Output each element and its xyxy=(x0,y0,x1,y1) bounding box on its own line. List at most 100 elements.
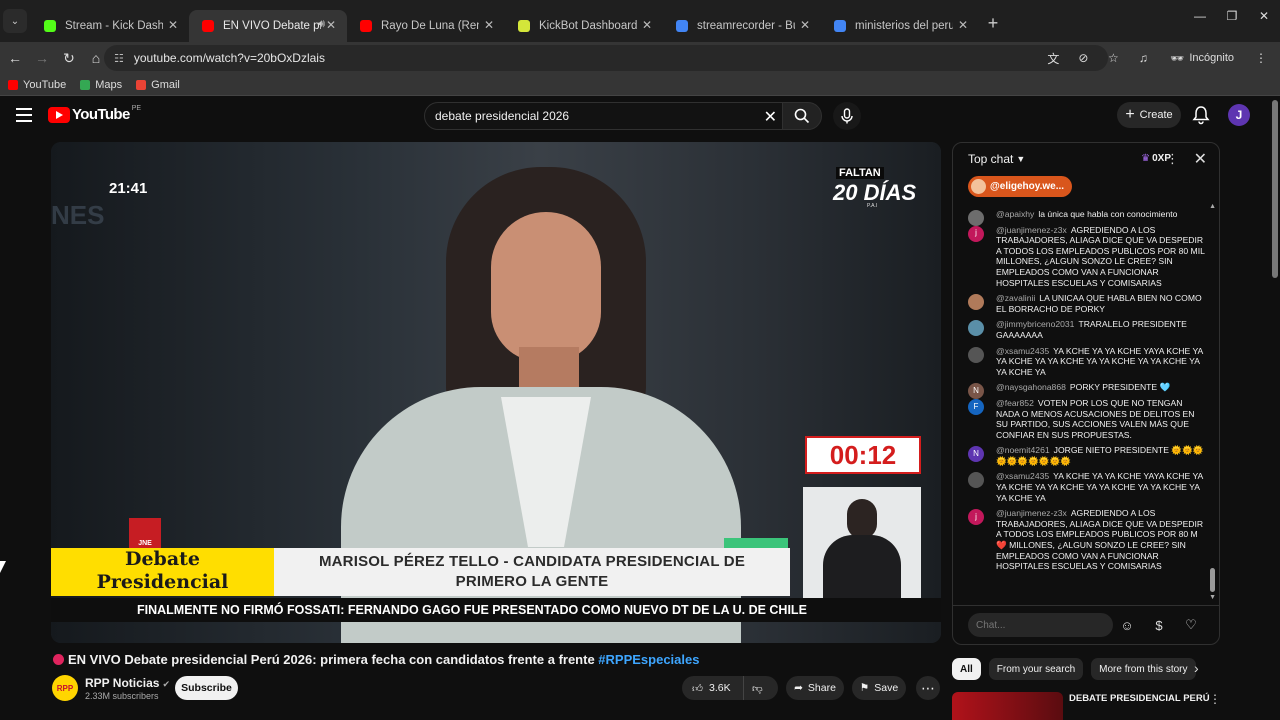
clear-search-icon[interactable]: ✕ xyxy=(764,107,777,127)
recommended-video-thumbnail[interactable] xyxy=(952,692,1063,720)
chat-user-avatar[interactable] xyxy=(968,320,984,337)
close-tab-icon[interactable]: ✕ xyxy=(165,18,181,32)
chevron-right-icon[interactable]: › xyxy=(1194,660,1199,676)
back-icon[interactable]: ← xyxy=(3,46,27,70)
recommended-more-icon[interactable]: ⋮ xyxy=(1209,692,1221,706)
like-button[interactable]: 👍︎ 3.6K xyxy=(682,676,744,700)
chat-author[interactable]: @fear852 xyxy=(996,398,1034,408)
new-tab-button[interactable]: + xyxy=(979,10,1007,38)
site-info-icon[interactable]: ☷ xyxy=(114,52,124,65)
incognito-badge[interactable]: 🕶 Incógnito xyxy=(1162,46,1242,70)
save-button[interactable]: ⚑ Save xyxy=(852,676,906,700)
chat-user-avatar[interactable]: N xyxy=(968,446,984,463)
chat-message[interactable]: @apaixhy la única que habla con conocimie… xyxy=(968,209,1206,226)
menu-icon[interactable] xyxy=(16,108,32,122)
notifications-icon[interactable] xyxy=(1191,105,1211,125)
chat-user-avatar[interactable] xyxy=(968,346,984,363)
chat-input[interactable] xyxy=(968,613,1113,637)
heart-icon[interactable]: ♡ xyxy=(1182,616,1200,634)
search-input[interactable]: debate presidencial 2026 ✕ xyxy=(424,102,788,130)
chat-message[interactable]: @zavalinii LA UNICAA QUE HABLA BIEN NO CO… xyxy=(968,293,1206,314)
chat-user-avatar[interactable] xyxy=(968,472,984,489)
close-tab-icon[interactable]: ✕ xyxy=(955,18,971,32)
chat-user-avatar[interactable]: N xyxy=(968,383,984,400)
forward-icon[interactable]: → xyxy=(30,46,54,70)
media-control-icon[interactable]: ♫ xyxy=(1132,47,1154,69)
close-window-icon[interactable]: ✕ xyxy=(1248,0,1280,32)
minimize-icon[interactable]: — xyxy=(1184,0,1216,32)
page-scrollbar[interactable] xyxy=(1272,100,1278,278)
channel-name[interactable]: RPP Noticias ✔ xyxy=(85,676,170,690)
browser-tab[interactable]: Rayo De Luna (Remastered 201✕ xyxy=(347,10,505,42)
verified-icon: ✔ xyxy=(162,679,171,689)
browser-tab[interactable]: KickBot Dashboard ✕ xyxy=(505,10,663,42)
filter-chip[interactable]: From your search xyxy=(988,658,1084,680)
browser-tab[interactable]: streamrecorder - Buscar con G✕ xyxy=(663,10,821,42)
bookmark-item[interactable]: Maps xyxy=(80,79,122,91)
share-button[interactable]: ➦ Share xyxy=(786,676,844,700)
youtube-logo[interactable]: YouTube PE xyxy=(48,105,141,123)
recommended-video-title[interactable]: DEBATE PRESIDENCIAL PERÚ xyxy=(1069,693,1210,704)
url-field[interactable]: ☷ youtube.com/watch?v=20bOxDzlais xyxy=(104,45,1108,71)
chat-scrollbar[interactable] xyxy=(1210,568,1215,592)
chat-message[interactable]: N @naysgahona868 PORKY PRESIDENTE 🩵 xyxy=(968,382,1206,400)
chat-message[interactable]: @jimmybriceno2031 TRARALELO PRESIDENTE GA… xyxy=(968,319,1206,340)
reload-icon[interactable]: ↻ xyxy=(57,46,81,70)
browser-tab[interactable]: EN VIVO Debate preside🔊︎✕ xyxy=(189,10,347,42)
chat-author[interactable]: @zavalinii xyxy=(996,293,1035,303)
subscribe-button[interactable]: Subscribe xyxy=(175,676,238,700)
chat-author[interactable]: @xsamu2435 xyxy=(996,471,1049,481)
maximize-icon[interactable]: ❐ xyxy=(1216,0,1248,32)
close-tab-icon[interactable]: ✕ xyxy=(797,18,813,32)
close-tab-icon[interactable]: ✕ xyxy=(639,18,655,32)
filter-chip[interactable]: More from this story xyxy=(1091,658,1196,680)
chat-author[interactable]: @juanjimenez-z3x xyxy=(996,225,1067,235)
bookmark-item[interactable]: YouTube xyxy=(8,79,66,91)
browser-menu-icon[interactable]: ⋮ xyxy=(1250,47,1272,69)
scroll-up-icon[interactable]: ▲ xyxy=(1209,203,1216,210)
chat-more-icon[interactable]: ⋮ xyxy=(1166,151,1179,167)
chat-author[interactable]: @apaixhy xyxy=(996,209,1034,219)
hashtag-link[interactable]: #RPPEspeciales xyxy=(598,652,699,667)
more-actions-button[interactable]: ⋯ xyxy=(916,676,940,700)
channel-avatar[interactable]: RPP xyxy=(52,675,78,701)
pinned-supporter-chip[interactable]: @eligehoy.we... xyxy=(968,176,1073,197)
chat-user-avatar[interactable]: F xyxy=(968,398,984,415)
video-player[interactable]: NES 21:41 FALTAN 20 DÍAS P.A.I 00:12 JNE… xyxy=(51,142,941,643)
translate-icon[interactable]: 文 xyxy=(1042,47,1064,69)
account-avatar[interactable]: J xyxy=(1228,104,1250,126)
super-chat-icon[interactable]: $ xyxy=(1150,616,1168,634)
chat-message[interactable]: F @fear852 VOTEN POR LOS QUE NO TENGAN NAD… xyxy=(968,398,1206,440)
filter-chip[interactable]: All xyxy=(952,658,981,680)
close-tab-icon[interactable]: ✕ xyxy=(323,18,339,32)
chat-user-avatar[interactable]: j xyxy=(968,509,984,526)
chat-message[interactable]: j @juanjimenez-z3x AGREDIENDO A LOS TRABAJ… xyxy=(968,225,1206,289)
create-button[interactable]: + Create xyxy=(1117,102,1181,128)
chat-author[interactable]: @noemit4261 xyxy=(996,445,1050,455)
voice-search-button[interactable] xyxy=(833,102,861,130)
browser-tab[interactable]: Stream - Kick Dashboard✕ xyxy=(31,10,189,42)
tab-search-button[interactable]: ⌄ xyxy=(3,9,27,33)
emoji-icon[interactable]: ☺ xyxy=(1118,616,1136,634)
chat-user-avatar[interactable] xyxy=(968,210,984,226)
chat-user-avatar[interactable] xyxy=(968,294,984,311)
search-button[interactable] xyxy=(782,102,822,130)
chat-mode-selector[interactable]: Top chat ▼ xyxy=(953,143,1219,175)
close-chat-icon[interactable]: ✕ xyxy=(1194,149,1207,169)
chat-message[interactable]: @xsamu2435 YA KCHE YA YA KCHE YAYA KCHE Y… xyxy=(968,346,1206,378)
browser-tab[interactable]: ministerios del peru - Buscar co✕ xyxy=(821,10,979,42)
scroll-down-icon[interactable]: ▼ xyxy=(1209,594,1216,601)
bookmark-star-icon[interactable]: ☆ xyxy=(1102,47,1124,69)
chat-author[interactable]: @juanjimenez-z3x xyxy=(996,508,1067,518)
chat-message[interactable]: @xsamu2435 YA KCHE YA YA KCHE YAYA KCHE Y… xyxy=(968,471,1206,503)
close-tab-icon[interactable]: ✕ xyxy=(481,18,497,32)
chat-message[interactable]: N @noemit4261 JORGE NIETO PRESIDENTE 🌞🌞🌞🌞🌞… xyxy=(968,445,1206,466)
chat-user-avatar[interactable]: j xyxy=(968,225,984,242)
eye-off-icon[interactable]: ⊘ xyxy=(1072,47,1094,69)
chat-author[interactable]: @naysgahona868 xyxy=(996,382,1066,392)
chat-author[interactable]: @jimmybriceno2031 xyxy=(996,319,1074,329)
bookmark-item[interactable]: Gmail xyxy=(136,79,180,91)
chat-author[interactable]: @xsamu2435 xyxy=(996,346,1049,356)
dislike-button[interactable]: 👎︎ xyxy=(744,682,763,695)
chat-message[interactable]: j @juanjimenez-z3x AGREDIENDO A LOS TRABAJ… xyxy=(968,508,1206,572)
